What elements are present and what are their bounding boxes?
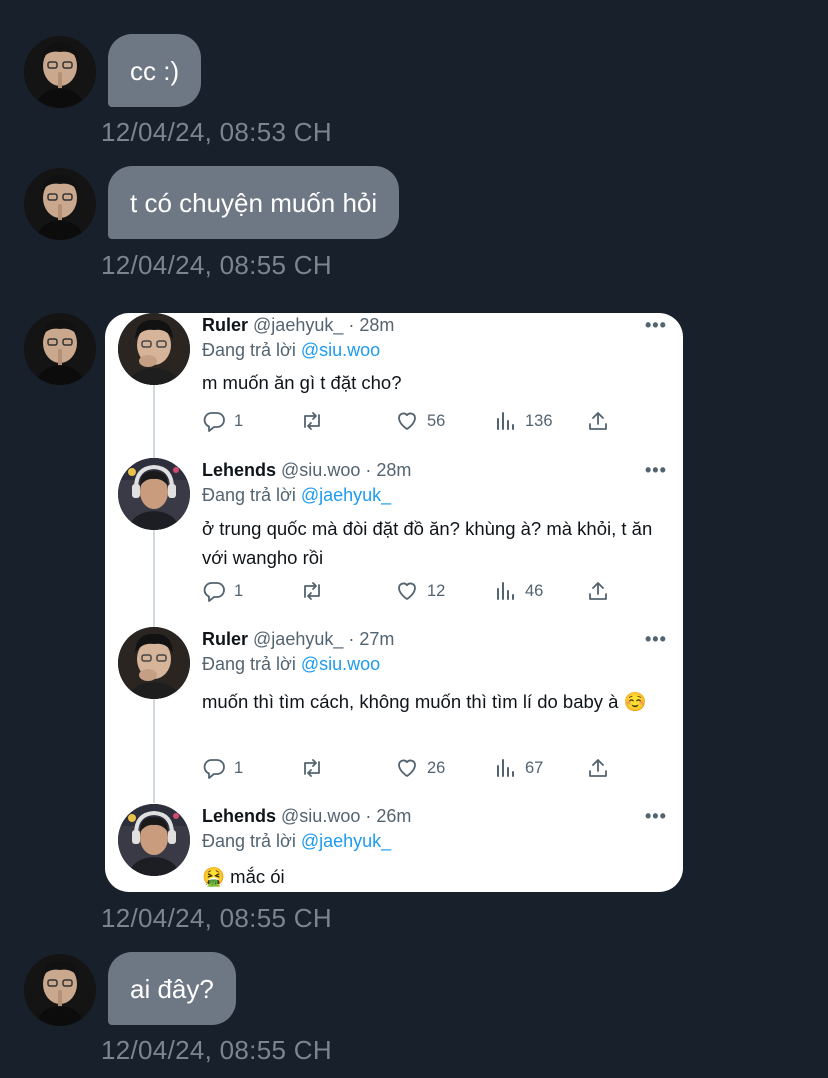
tweet-time: · 28m — [365, 460, 412, 480]
sender-avatar[interactable] — [24, 954, 96, 1026]
tweet-time: · 28m — [348, 315, 395, 335]
reply-count: 1 — [234, 581, 244, 600]
reply-mention: @jaehyuk_ — [300, 831, 392, 851]
tweet-text: ở trung quốc mà đòi đặt đồ ăn? khùng à? … — [202, 518, 653, 568]
views-icon — [493, 756, 517, 780]
tweet-header: Ruler @jaehyuk_ · 27m — [202, 629, 394, 650]
tweet-avatar — [118, 458, 190, 530]
reply-prefix: Đang trả lời — [202, 340, 301, 360]
thread-line — [153, 385, 155, 469]
sender-avatar[interactable] — [24, 313, 96, 385]
message-timestamp: 12/04/24, 08:55 CH — [101, 1035, 332, 1065]
more-icon: ••• — [645, 460, 667, 480]
tweet-header: Ruler @jaehyuk_ · 28m — [202, 315, 394, 336]
tweet-actions: 1 56 136 — [202, 409, 622, 435]
reply-context: Đang trả lời @jaehyuk_ — [202, 831, 391, 852]
heart-icon — [395, 579, 419, 603]
tweet-header: Lehends @siu.woo · 26m — [202, 806, 411, 827]
reply-action: 1 — [202, 579, 243, 603]
tweet-avatar — [118, 313, 190, 385]
tweet-author-name: Ruler — [202, 629, 249, 649]
thread-line — [153, 529, 155, 627]
reply-mention: @siu.woo — [300, 654, 381, 674]
views-action: 46 — [493, 579, 543, 603]
heart-icon — [395, 756, 419, 780]
tweet-author-name: Lehends — [202, 806, 277, 826]
sender-avatar[interactable] — [24, 36, 96, 108]
reply-context: Đang trả lời @siu.woo — [202, 340, 380, 361]
like-count: 12 — [427, 581, 446, 600]
tweet-handle: @jaehyuk_ — [253, 315, 344, 335]
retweet-action — [300, 409, 332, 433]
tweet-actions: 1 12 46 — [202, 579, 622, 605]
like-count: 26 — [427, 758, 446, 777]
share-action — [586, 579, 618, 603]
tweet-handle: @siu.woo — [281, 806, 361, 826]
reply-count: 1 — [234, 411, 244, 430]
views-action: 67 — [493, 756, 543, 780]
reply-mention: @jaehyuk_ — [300, 485, 392, 505]
more-icon: ••• — [645, 806, 667, 826]
message-timestamp: 12/04/24, 08:53 CH — [101, 117, 332, 147]
tweet-author-name: Lehends — [202, 460, 277, 480]
retweet-icon — [300, 579, 324, 603]
view-count: 67 — [525, 758, 544, 777]
reply-prefix: Đang trả lời — [202, 831, 301, 851]
retweet-action — [300, 579, 332, 603]
share-action — [586, 409, 618, 433]
reply-icon — [202, 579, 226, 603]
reply-context: Đang trả lời @jaehyuk_ — [202, 485, 391, 506]
reply-mention: @siu.woo — [300, 340, 381, 360]
reply-icon — [202, 756, 226, 780]
tweet-time: · 27m — [348, 629, 395, 649]
reply-prefix: Đang trả lời — [202, 654, 301, 674]
retweet-action — [300, 756, 332, 780]
message-bubble[interactable]: t có chuyện muốn hỏi — [108, 166, 400, 239]
share-icon — [586, 756, 610, 780]
share-action — [586, 756, 618, 780]
tweet-text: muốn thì tìm cách, không muốn thì tìm lí… — [202, 691, 647, 712]
tweet-avatar — [118, 627, 190, 699]
like-action: 12 — [395, 579, 445, 603]
message-bubble[interactable]: cc :) — [108, 34, 202, 107]
like-action: 26 — [395, 756, 445, 780]
like-action: 56 — [395, 409, 445, 433]
message-timestamp: 12/04/24, 08:55 CH — [101, 903, 332, 933]
retweet-icon — [300, 409, 324, 433]
tweet-handle: @jaehyuk_ — [253, 629, 344, 649]
tweet-author-name: Ruler — [202, 315, 249, 335]
sender-avatar[interactable] — [24, 168, 96, 240]
tweet-actions: 1 26 67 — [202, 756, 622, 782]
tweet-header: Lehends @siu.woo · 28m — [202, 460, 411, 481]
views-icon — [493, 579, 517, 603]
reply-icon — [202, 409, 226, 433]
like-count: 56 — [427, 411, 446, 430]
tweet-handle: @siu.woo — [281, 460, 361, 480]
tweet-text: m muốn ăn gì t đặt cho? — [202, 372, 402, 393]
reply-count: 1 — [234, 758, 244, 777]
thread-line — [153, 699, 155, 803]
shared-image-tweet-thread[interactable]: Ruler @jaehyuk_ · 28m ••• Đang trả lời @… — [105, 313, 683, 892]
retweet-icon — [300, 756, 324, 780]
share-icon — [586, 579, 610, 603]
more-icon: ••• — [645, 315, 667, 335]
views-icon — [493, 409, 517, 433]
tweet-time: · 26m — [365, 806, 412, 826]
view-count: 46 — [525, 581, 544, 600]
reply-context: Đang trả lời @siu.woo — [202, 654, 380, 675]
views-action: 136 — [493, 409, 553, 433]
reply-prefix: Đang trả lời — [202, 485, 301, 505]
more-icon: ••• — [645, 629, 667, 649]
share-icon — [586, 409, 610, 433]
tweet-text: 🤮 mắc ói — [202, 866, 285, 887]
reply-action: 1 — [202, 756, 243, 780]
message-bubble[interactable]: ai đây? — [108, 952, 236, 1025]
reply-action: 1 — [202, 409, 243, 433]
view-count: 136 — [525, 411, 553, 430]
tweet-avatar — [118, 804, 190, 876]
heart-icon — [395, 409, 419, 433]
message-timestamp: 12/04/24, 08:55 CH — [101, 250, 332, 280]
